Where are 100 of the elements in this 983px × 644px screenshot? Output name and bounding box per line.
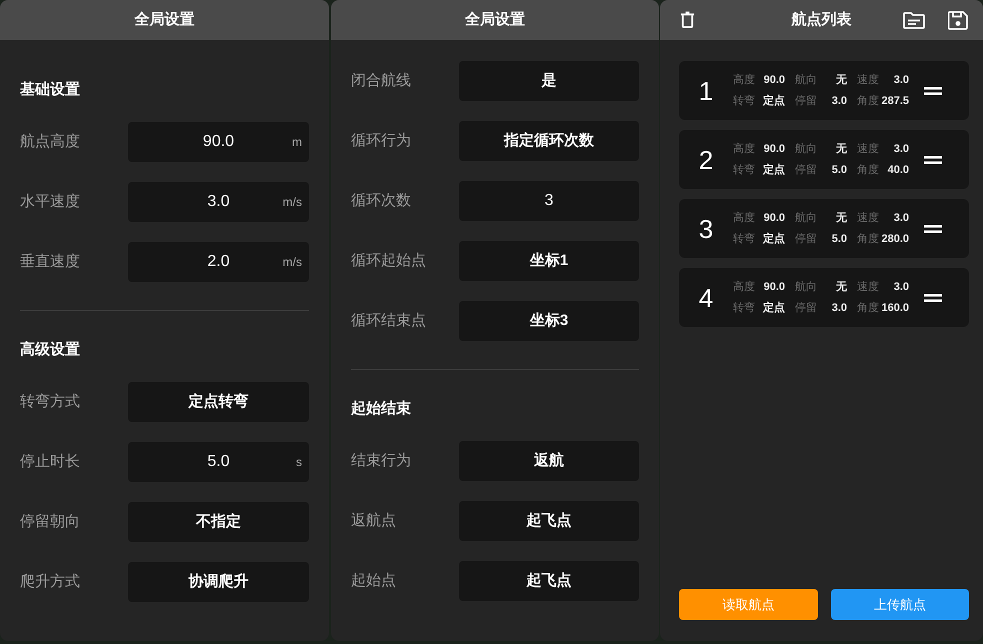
select-field[interactable]: 协调爬升 [128, 562, 309, 602]
field-label: 速度 [857, 142, 879, 156]
field-label: 角度 [857, 301, 879, 315]
field-label: 循环起始点 [351, 250, 427, 271]
field-value: 90.0 [764, 211, 785, 225]
waypoint-number: 3 [698, 214, 714, 244]
field-value: 定点 [763, 94, 785, 108]
field-label: 航向 [795, 211, 817, 225]
field-label: 返航点 [351, 510, 397, 531]
field-label: 结束行为 [351, 450, 412, 471]
field-label: 高度 [733, 280, 755, 294]
field-value: 5.0 [832, 232, 847, 246]
select-field[interactable]: 定点转弯 [128, 382, 309, 422]
field-label: 高度 [733, 211, 755, 225]
unit-label: s [296, 454, 303, 471]
waypoint-card[interactable]: 1 高度 90.0 航向 无 速度 3.0 转弯 定点 停留 3.0 角度 287.5 [679, 61, 969, 120]
select-field[interactable]: 起飞点 [459, 561, 639, 601]
waypoint-card[interactable]: 4 高度 90.0 航向 无 速度 3.0 转弯 定点 停留 3.0 角度 160.0 [679, 268, 969, 327]
field-label: 角度 [857, 94, 879, 108]
number-input[interactable]: 2.0 m/s [128, 242, 309, 282]
trash-icon[interactable] [680, 11, 695, 29]
field-label: 循环结束点 [351, 310, 427, 331]
select-field[interactable]: 是 [459, 61, 639, 101]
field-label: 速度 [857, 73, 879, 87]
field-value: 3.0 [832, 301, 847, 315]
field-label: 停留 [795, 94, 817, 108]
field-label: 停留 [795, 232, 817, 246]
field-label: 转弯 [733, 94, 755, 108]
field-label: 转弯 [733, 301, 755, 315]
waypoint-card[interactable]: 2 高度 90.0 航向 无 速度 3.0 转弯 定点 停留 5.0 角度 40.0 [679, 130, 969, 189]
field-value: 287.5 [881, 94, 909, 108]
waypoint-number: 2 [698, 144, 714, 174]
folder-icon[interactable] [903, 12, 925, 28]
number-input[interactable]: 90.0 m [128, 122, 309, 162]
drag-handle-icon[interactable] [924, 86, 942, 94]
field-value: 160.0 [881, 301, 909, 315]
select-field[interactable]: 起飞点 [459, 501, 639, 541]
save-icon[interactable] [948, 10, 968, 30]
field-value: 90.0 [764, 142, 785, 156]
unit-label: m/s [282, 194, 303, 211]
panel-title: 航点列表 [792, 10, 852, 30]
select-field[interactable]: 不指定 [128, 502, 309, 542]
field-label: 角度 [857, 232, 879, 246]
field-value: 无 [836, 142, 847, 156]
field-value: 3.0 [832, 94, 847, 108]
number-input[interactable]: 3.0 m/s [128, 182, 309, 222]
unit-label: m [292, 134, 303, 151]
field-label: 停留 [795, 301, 817, 315]
field-label: 转弯 [733, 163, 755, 177]
field-label: 停止时长 [20, 452, 81, 472]
field-value: 3.0 [894, 280, 909, 294]
field-value: 无 [836, 280, 847, 294]
field-label: 航向 [795, 280, 817, 294]
waypoint-number: 1 [698, 76, 714, 106]
number-input[interactable]: 5.0 s [128, 442, 309, 482]
field-value: 90.0 [764, 280, 785, 294]
field-label: 高度 [733, 73, 755, 87]
field-label: 角度 [857, 163, 879, 177]
unit-label: m/s [282, 254, 303, 271]
field-value: 定点 [763, 232, 785, 246]
drag-handle-icon[interactable] [924, 294, 942, 302]
field-value: 3.0 [894, 73, 909, 87]
field-label: 速度 [857, 280, 879, 294]
field-value: 5.0 [832, 163, 847, 177]
field-value: 定点 [763, 301, 785, 315]
field-value: 无 [836, 73, 847, 87]
select-field[interactable]: 返航 [459, 441, 639, 481]
drag-handle-icon[interactable] [924, 224, 942, 232]
field-label: 闭合航线 [351, 70, 412, 91]
field-label: 爬升方式 [20, 572, 81, 592]
panel-title: 全局设置 [134, 10, 194, 30]
field-label: 航向 [795, 142, 817, 156]
field-value: 280.0 [881, 232, 909, 246]
drag-handle-icon[interactable] [924, 156, 942, 164]
number-input[interactable]: 3 [459, 181, 639, 221]
field-label: 水平速度 [20, 192, 81, 212]
field-label: 高度 [733, 142, 755, 156]
field-label: 垂直速度 [20, 252, 81, 272]
select-field[interactable]: 坐标1 [459, 241, 639, 281]
field-value: 3.0 [894, 142, 909, 156]
field-value: 定点 [763, 163, 785, 177]
field-value: 3.0 [894, 211, 909, 225]
field-label: 转弯 [733, 232, 755, 246]
field-value: 无 [836, 211, 847, 225]
field-label: 航点高度 [20, 132, 81, 152]
waypoint-number: 4 [698, 282, 714, 312]
section-title: 基础设置 [20, 80, 81, 100]
field-label: 航向 [795, 73, 817, 87]
panel-title: 全局设置 [465, 10, 525, 30]
select-field[interactable]: 坐标3 [459, 301, 639, 341]
field-label: 循环次数 [351, 190, 412, 211]
field-label: 速度 [857, 211, 879, 225]
select-field[interactable]: 指定循环次数 [459, 121, 639, 161]
field-value: 40.0 [888, 163, 909, 177]
section-title: 起始结束 [351, 399, 412, 419]
section-title: 高级设置 [20, 340, 81, 360]
field-label: 起始点 [351, 570, 397, 591]
waypoint-card[interactable]: 3 高度 90.0 航向 无 速度 3.0 转弯 定点 停留 5.0 角度 280.0 [679, 199, 969, 258]
field-label: 转弯方式 [20, 392, 81, 412]
field-value: 90.0 [764, 73, 785, 87]
